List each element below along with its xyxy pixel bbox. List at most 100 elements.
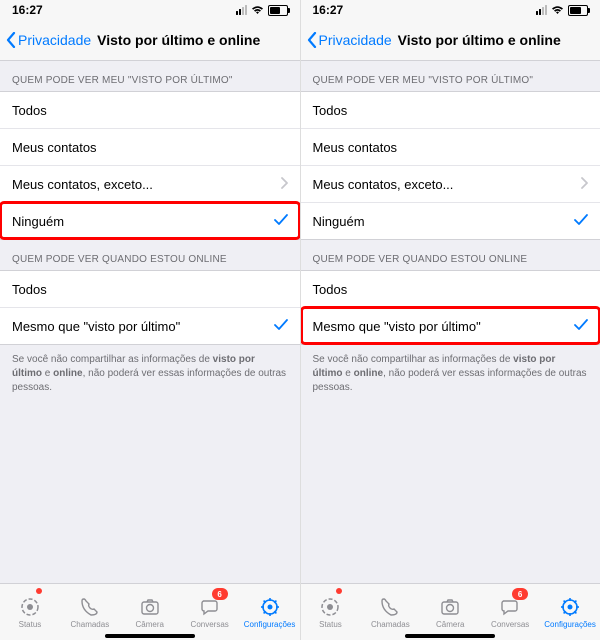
tab-label: Status (319, 620, 342, 629)
status-badge (336, 588, 342, 594)
nav-bar: Privacidade Visto por último e online (0, 20, 300, 61)
tab-label: Conversas (491, 620, 529, 629)
option-label: Meus contatos (313, 140, 398, 155)
option-contacts[interactable]: Meus contatos (0, 128, 300, 165)
camera-icon (139, 596, 161, 618)
option-contacts-except[interactable]: Meus contatos, exceto... (301, 165, 600, 202)
tab-label: Câmera (136, 620, 164, 629)
gear-icon (559, 596, 581, 618)
chevron-right-icon (281, 177, 288, 192)
option-label: Meus contatos, exceto... (313, 177, 454, 192)
tab-status[interactable]: Status (0, 584, 60, 640)
page-title: Visto por último e online (398, 32, 561, 48)
option-nobody[interactable]: Ninguém (0, 202, 300, 239)
option-online-everyone[interactable]: Todos (301, 271, 600, 307)
section-header-online: QUEM PODE VER QUANDO ESTOU ONLINE (301, 240, 600, 270)
back-button[interactable]: Privacidade (6, 32, 91, 48)
lastseen-options: Todos Meus contatos Meus contatos, excet… (301, 91, 600, 240)
phone-icon (379, 596, 401, 618)
tab-camera[interactable]: Câmera (120, 584, 180, 640)
dual-screenshot: 16:27 Privacidade Visto por último e onl… (0, 0, 600, 640)
camera-icon (439, 596, 461, 618)
back-label: Privacidade (18, 32, 91, 48)
chats-badge: 6 (512, 588, 528, 600)
home-indicator[interactable] (105, 634, 195, 638)
wifi-icon (551, 5, 564, 15)
option-label: Meus contatos, exceto... (12, 177, 153, 192)
option-label: Todos (12, 282, 47, 297)
tab-bar: Status Chamadas Câmera 6 Conversas Confi… (301, 583, 600, 640)
home-indicator[interactable] (405, 634, 495, 638)
footnote-text: Se você não compartilhar as informações … (12, 354, 213, 365)
tab-camera[interactable]: Câmera (420, 584, 480, 640)
section-header-lastseen: QUEM PODE VER MEU "VISTO POR ÚLTIMO" (301, 61, 600, 91)
option-online-same[interactable]: Mesmo que "visto por último" (0, 307, 300, 344)
tab-bar: Status Chamadas Câmera 6 Conversas Confi… (0, 583, 300, 640)
checkmark-icon (274, 214, 288, 229)
tab-label: Chamadas (71, 620, 110, 629)
option-label: Mesmo que "visto por último" (313, 319, 481, 334)
tab-label: Configurações (244, 620, 296, 629)
tab-label: Câmera (436, 620, 464, 629)
chevron-right-icon (581, 177, 588, 192)
option-label: Meus contatos (12, 140, 97, 155)
option-online-everyone[interactable]: Todos (0, 271, 300, 307)
tab-calls[interactable]: Chamadas (60, 584, 120, 640)
option-online-same[interactable]: Mesmo que "visto por último" (301, 307, 600, 344)
checkmark-icon (574, 319, 588, 334)
battery-icon (268, 5, 288, 16)
content: QUEM PODE VER MEU "VISTO POR ÚLTIMO" Tod… (301, 61, 600, 583)
page-title: Visto por último e online (97, 32, 260, 48)
option-label: Todos (12, 103, 47, 118)
signal-icon (236, 5, 247, 15)
back-button[interactable]: Privacidade (307, 32, 392, 48)
tab-label: Configurações (544, 620, 596, 629)
tab-settings[interactable]: Configurações (240, 584, 300, 640)
tab-chats[interactable]: 6 Conversas (480, 584, 540, 640)
option-contacts-except[interactable]: Meus contatos, exceto... (0, 165, 300, 202)
tab-label: Conversas (191, 620, 229, 629)
option-everyone[interactable]: Todos (301, 92, 600, 128)
option-nobody[interactable]: Ninguém (301, 202, 600, 239)
tab-label: Chamadas (371, 620, 410, 629)
online-options: Todos Mesmo que "visto por último" (301, 270, 600, 345)
option-label: Todos (313, 103, 348, 118)
phone-icon (79, 596, 101, 618)
screen-left: 16:27 Privacidade Visto por último e onl… (0, 0, 301, 640)
option-everyone[interactable]: Todos (0, 92, 300, 128)
lastseen-options: Todos Meus contatos Meus contatos, excet… (0, 91, 300, 240)
status-bar: 16:27 (0, 0, 300, 20)
chevron-left-icon (6, 32, 16, 48)
section-header-lastseen: QUEM PODE VER MEU "VISTO POR ÚLTIMO" (0, 61, 300, 91)
wifi-icon (251, 5, 264, 15)
tab-chats[interactable]: 6 Conversas (180, 584, 240, 640)
footnote-bold: online (53, 368, 82, 379)
status-time: 16:27 (12, 3, 43, 17)
tab-status[interactable]: Status (301, 584, 361, 640)
tab-calls[interactable]: Chamadas (360, 584, 420, 640)
battery-icon (568, 5, 588, 16)
footer-note: Se você não compartilhar as informações … (301, 345, 600, 395)
status-icons (536, 5, 588, 16)
tab-label: Status (19, 620, 42, 629)
gear-icon (259, 596, 281, 618)
status-icon (19, 596, 41, 618)
chevron-left-icon (307, 32, 317, 48)
footnote-text: e (343, 368, 354, 379)
screen-right: 16:27 Privacidade Visto por último e onl… (301, 0, 600, 640)
back-label: Privacidade (319, 32, 392, 48)
status-bar: 16:27 (301, 0, 600, 20)
option-contacts[interactable]: Meus contatos (301, 128, 600, 165)
footnote-text: e (42, 368, 53, 379)
content: QUEM PODE VER MEU "VISTO POR ÚLTIMO" Tod… (0, 61, 300, 583)
status-icon (319, 596, 341, 618)
tab-settings[interactable]: Configurações (540, 584, 600, 640)
signal-icon (536, 5, 547, 15)
chats-badge: 6 (212, 588, 228, 600)
footnote-text: Se você não compartilhar as informações … (313, 354, 514, 365)
section-header-online: QUEM PODE VER QUANDO ESTOU ONLINE (0, 240, 300, 270)
checkmark-icon (574, 214, 588, 229)
option-label: Ninguém (12, 214, 64, 229)
option-label: Mesmo que "visto por último" (12, 319, 180, 334)
status-badge (36, 588, 42, 594)
